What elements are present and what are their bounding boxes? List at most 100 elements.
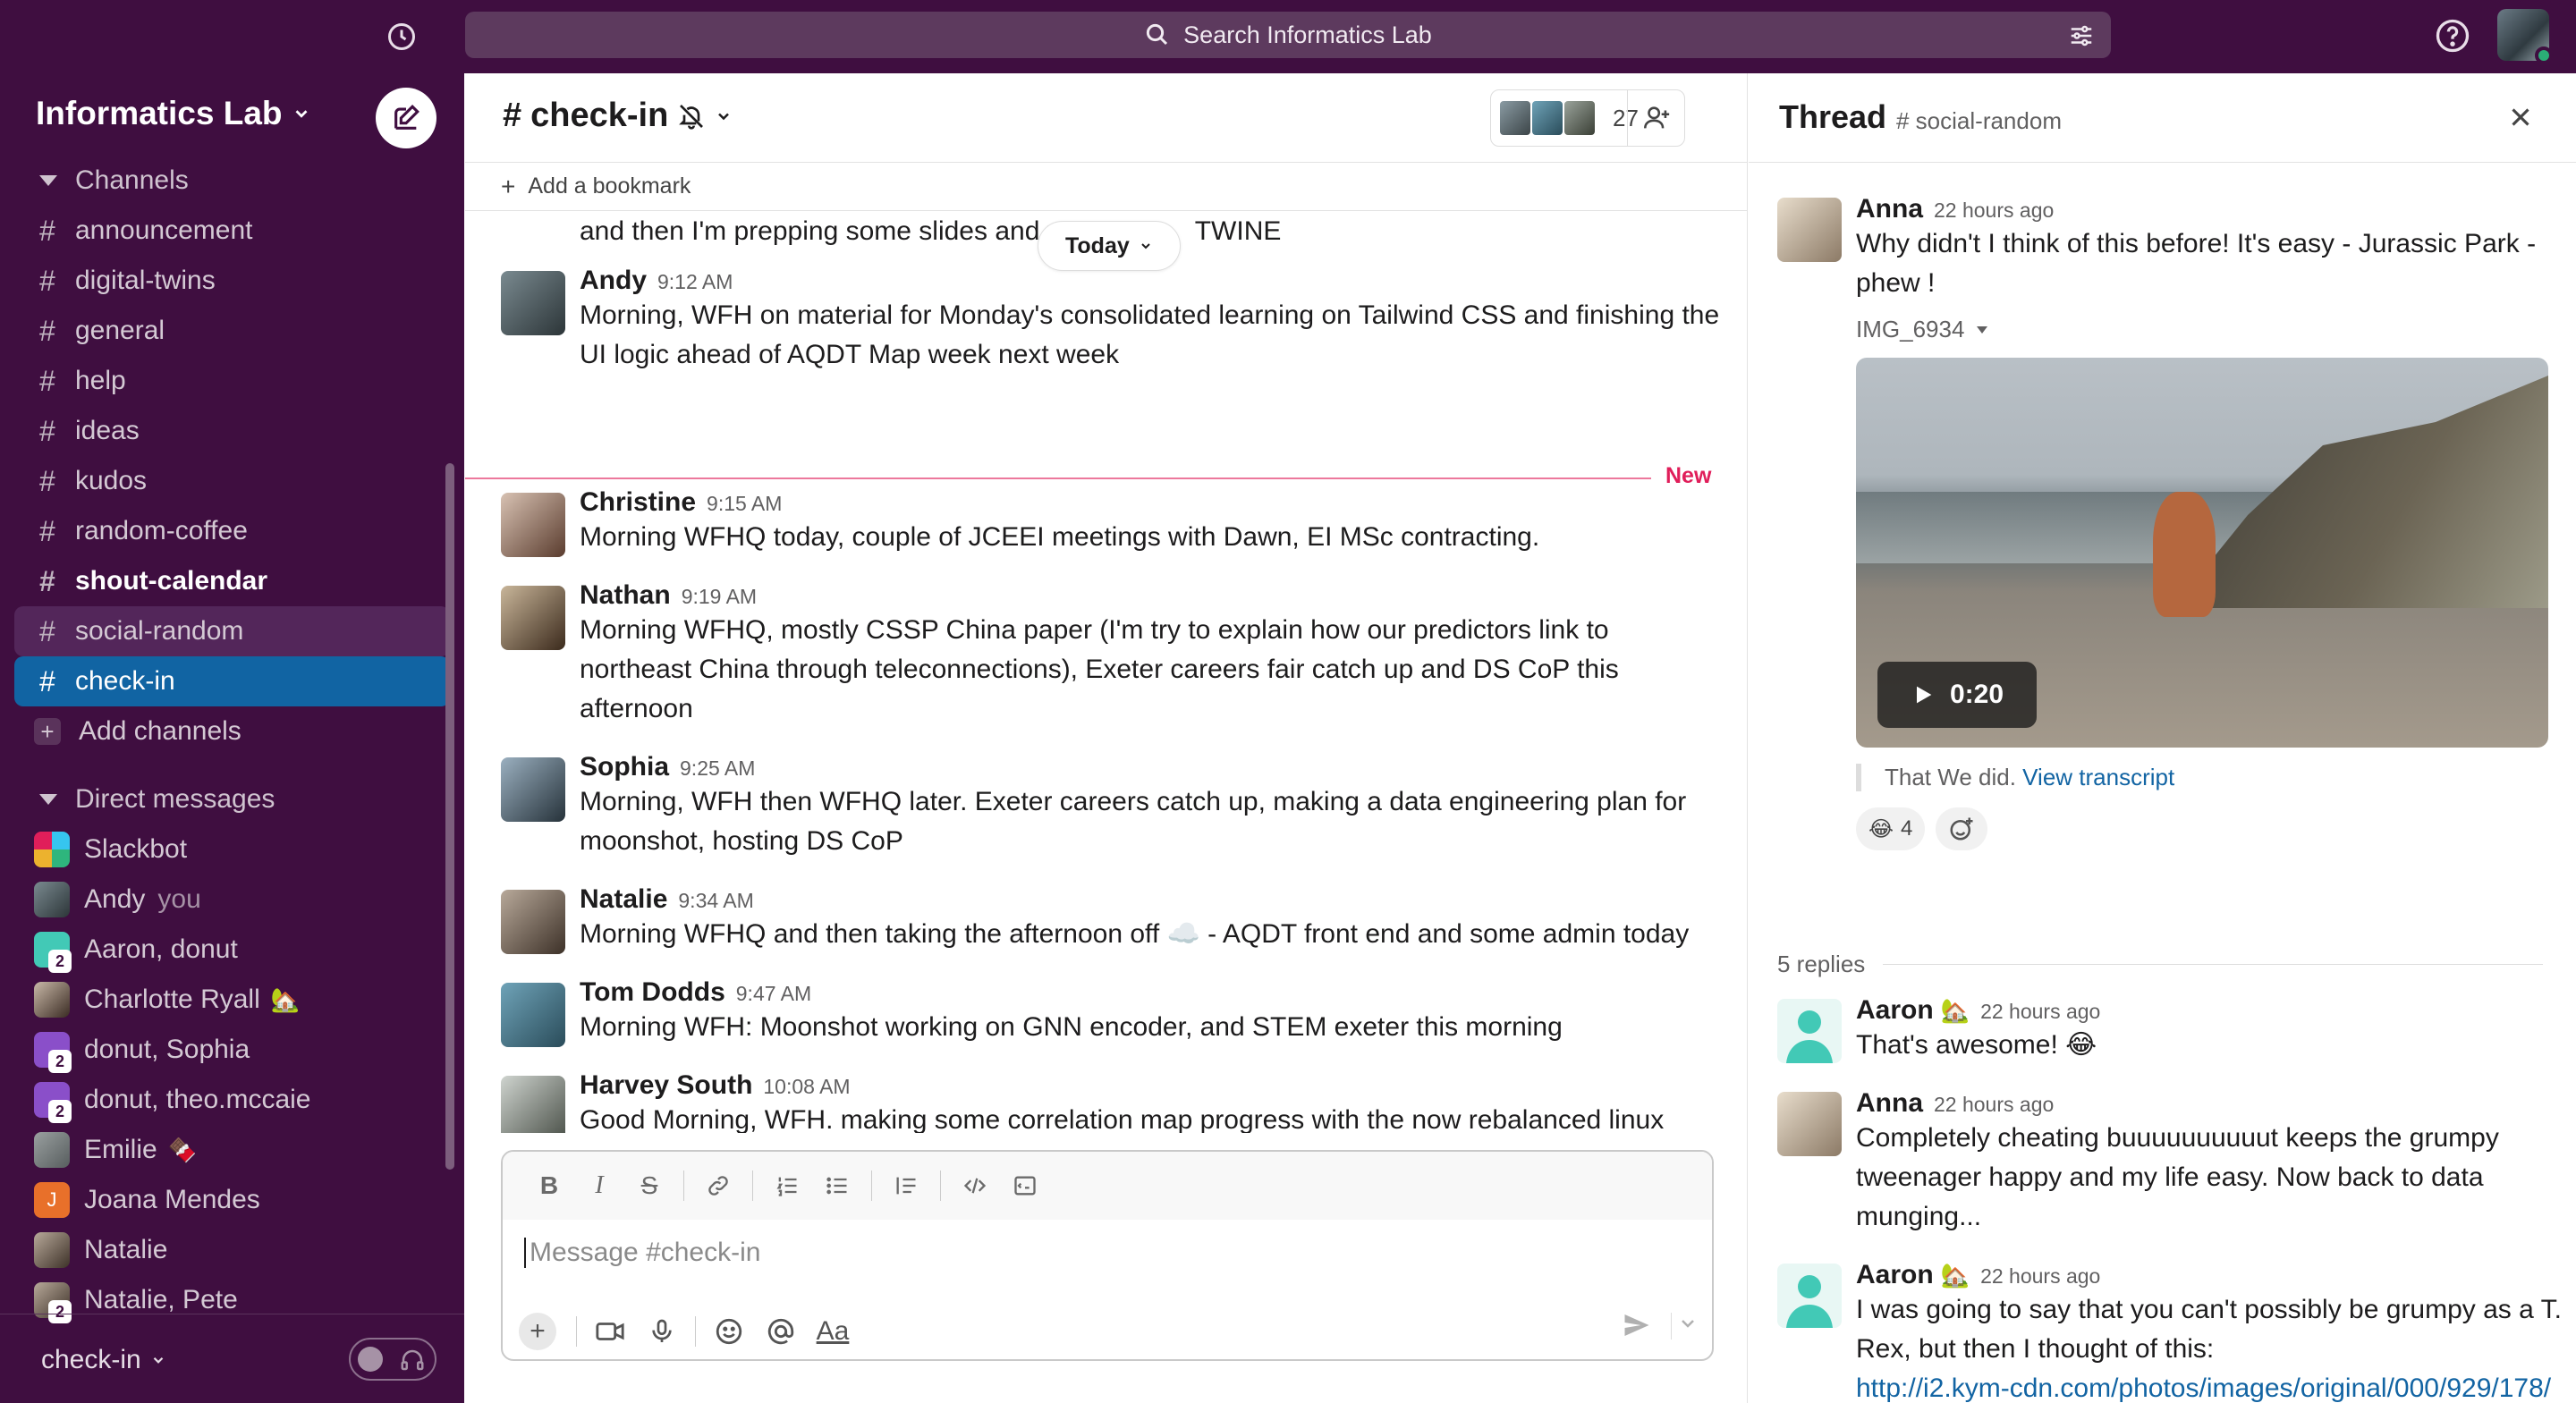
video-attachment[interactable]: 0:20	[1856, 358, 2548, 748]
message-time[interactable]: 9:47 AM	[736, 982, 811, 1005]
emoji-icon[interactable]	[703, 1309, 755, 1354]
sidebar-item-shout-calendar[interactable]: # shout-calendar	[14, 556, 450, 606]
avatar[interactable]	[501, 271, 565, 335]
blockquote-icon[interactable]	[881, 1168, 931, 1204]
thread-body[interactable]: Anna 22 hours ago Why didn't I think of t…	[1749, 164, 2576, 1403]
code-block-icon[interactable]	[1000, 1168, 1050, 1204]
avatar[interactable]	[1777, 999, 1842, 1063]
message-author[interactable]: Natalie	[580, 884, 667, 914]
huddle-toggle[interactable]	[349, 1338, 436, 1381]
message-author[interactable]: Aaron	[1856, 995, 1934, 1025]
dm-item-aaron-donut[interactable]: 2 Aaron, donut	[14, 925, 450, 975]
avatar[interactable]	[501, 493, 565, 557]
filter-icon[interactable]	[2068, 22, 2095, 49]
compose-button[interactable]	[376, 88, 436, 148]
dm-item-donut-sophia[interactable]: 2 donut, Sophia	[14, 1025, 450, 1075]
add-person-icon[interactable]	[1627, 90, 1684, 146]
bullet-list-icon[interactable]	[812, 1168, 862, 1204]
code-icon[interactable]	[950, 1168, 1000, 1204]
play-button[interactable]: 0:20	[1877, 662, 2037, 728]
history-icon[interactable]	[383, 18, 420, 55]
formatting-toggle-button[interactable]: Aa	[807, 1309, 859, 1354]
italic-icon[interactable]: I	[574, 1168, 624, 1204]
avatar[interactable]	[501, 983, 565, 1047]
workspace-menu[interactable]: Informatics Lab	[36, 95, 311, 132]
message-input[interactable]: Message #check-in	[524, 1238, 760, 1268]
message-time[interactable]: 9:15 AM	[707, 492, 782, 515]
huddle-channel-menu[interactable]: check-in	[41, 1345, 166, 1375]
message-time[interactable]: 22 hours ago	[1934, 199, 2054, 222]
attach-plus-button[interactable]: +	[519, 1313, 556, 1350]
date-divider-today[interactable]: Today	[1038, 221, 1181, 271]
avatar[interactable]	[1777, 1092, 1842, 1156]
message-author[interactable]: Anna	[1856, 194, 1923, 224]
link-icon[interactable]	[693, 1168, 743, 1204]
close-icon[interactable]	[2505, 102, 2538, 134]
view-transcript-link[interactable]: View transcript	[2022, 764, 2174, 790]
microphone-icon[interactable]	[636, 1309, 688, 1354]
sidebar-item-check-in[interactable]: # check-in	[14, 656, 450, 706]
add-reaction-button[interactable]	[1936, 807, 1988, 850]
message-time[interactable]: 9:19 AM	[682, 585, 757, 608]
members-button[interactable]: 27	[1490, 89, 1685, 147]
message-author[interactable]: Christine	[580, 487, 696, 517]
sidebar-nav[interactable]: Channels # announcement # digital-twins # g…	[0, 156, 464, 1385]
message-time[interactable]: 9:12 AM	[657, 270, 733, 293]
sidebar-item-digital-twins[interactable]: # digital-twins	[14, 256, 450, 306]
bold-icon[interactable]: B	[524, 1168, 574, 1204]
sidebar-item-random-coffee[interactable]: # random-coffee	[14, 506, 450, 556]
channel-title-button[interactable]: # check-in	[503, 97, 733, 135]
avatar[interactable]	[1777, 198, 1842, 262]
dm-item-charlotte-ryall[interactable]: Charlotte Ryall 🏡	[14, 975, 450, 1025]
message-author[interactable]: Anna	[1856, 1088, 1923, 1118]
message-time[interactable]: 22 hours ago	[1980, 1000, 2100, 1023]
message-author[interactable]: Nathan	[580, 580, 671, 610]
chevron-down-icon[interactable]	[1671, 1313, 1698, 1340]
sidebar-item-announcement[interactable]: # announcement	[14, 206, 450, 256]
channels-section-header[interactable]: Channels	[0, 156, 464, 206]
message-link[interactable]: http://i2.kym-cdn.com/photos/images/orig…	[1856, 1369, 2563, 1403]
search-bar[interactable]: Search Informatics Lab	[465, 12, 2111, 58]
message-time[interactable]: 9:25 AM	[680, 756, 755, 780]
dm-item-joana-mendes[interactable]: J Joana Mendes	[14, 1175, 450, 1225]
dm-item-andy[interactable]: Andy you	[14, 875, 450, 925]
dm-item-emilie[interactable]: Emilie 🍫	[14, 1125, 450, 1175]
message-list[interactable]: and then I'm prepping some slides and vT…	[465, 212, 1748, 1133]
message-author[interactable]: Andy	[580, 266, 647, 295]
avatar[interactable]	[501, 586, 565, 650]
add-bookmark-button[interactable]: + Add a bookmark	[465, 163, 1748, 211]
avatar[interactable]	[501, 757, 565, 822]
message-author[interactable]: Harvey South	[580, 1070, 752, 1100]
dm-item-donut-theo[interactable]: 2 donut, theo.mccaie	[14, 1075, 450, 1125]
dm-item-natalie[interactable]: Natalie	[14, 1225, 450, 1275]
dm-section-header[interactable]: Direct messages	[0, 774, 464, 824]
file-name-menu[interactable]: IMG_6934	[1856, 316, 2563, 343]
help-icon[interactable]	[2433, 16, 2472, 55]
avatar[interactable]	[1777, 1264, 1842, 1328]
ordered-list-icon[interactable]	[762, 1168, 812, 1204]
video-clip-icon[interactable]	[584, 1309, 636, 1354]
add-channels-button[interactable]: + Add channels	[14, 706, 450, 756]
thread-channel-link[interactable]: # social-random	[1896, 107, 2062, 135]
sidebar-item-ideas[interactable]: # ideas	[14, 406, 450, 456]
send-icon[interactable]	[1621, 1309, 1657, 1345]
dm-item-slackbot[interactable]: Slackbot	[14, 824, 450, 875]
sidebar-item-kudos[interactable]: # kudos	[14, 456, 450, 506]
avatar[interactable]	[501, 1076, 565, 1133]
message-author[interactable]: Aaron	[1856, 1260, 1934, 1289]
strikethrough-icon[interactable]: S	[624, 1168, 674, 1204]
message-time[interactable]: 22 hours ago	[1934, 1093, 2054, 1116]
mention-icon[interactable]	[755, 1309, 807, 1354]
message-author[interactable]: Tom Dodds	[580, 977, 725, 1007]
message-time[interactable]: 22 hours ago	[1980, 1264, 2100, 1288]
sidebar-item-help[interactable]: # help	[14, 356, 450, 406]
sidebar-scrollbar[interactable]	[445, 463, 454, 1170]
user-avatar[interactable]	[2497, 9, 2553, 64]
message-time[interactable]: 10:08 AM	[763, 1075, 850, 1098]
sidebar-item-social-random[interactable]: # social-random	[14, 606, 450, 656]
message-time[interactable]: 9:34 AM	[678, 889, 753, 912]
avatar[interactable]	[501, 890, 565, 954]
reaction-pill[interactable]: 😂 4	[1856, 807, 1926, 850]
sidebar-item-general[interactable]: # general	[14, 306, 450, 356]
message-author[interactable]: Sophia	[580, 752, 669, 782]
